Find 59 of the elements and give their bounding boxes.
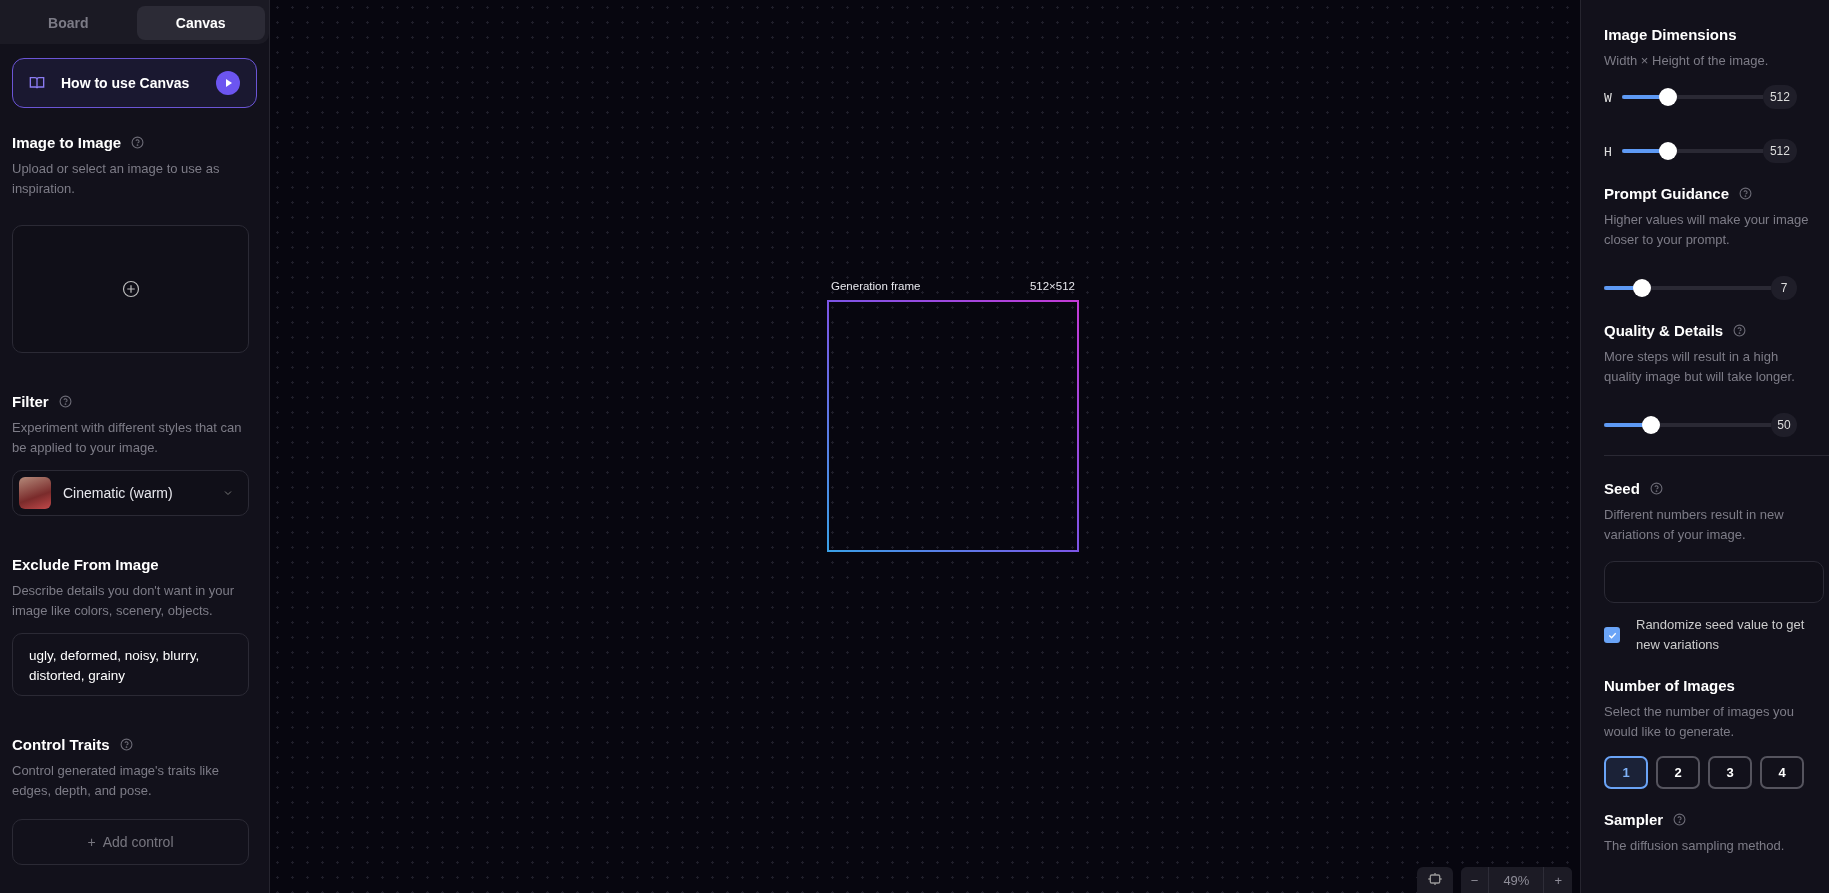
section-title: Image to Image xyxy=(12,134,122,151)
section-description: The diffusion sampling method. xyxy=(1604,837,1786,855)
section-description: Control generated image's traits like edges, depth, and pose. xyxy=(12,762,220,800)
section-description: Higher values will make your image closer to your prompt. xyxy=(1604,211,1810,249)
mode-tab[interactable]: Canvas xyxy=(136,6,265,40)
section-title: Seed xyxy=(1604,480,1640,497)
section-title: Image Dimensions xyxy=(1604,26,1737,43)
slider-thumb[interactable] xyxy=(1659,88,1678,106)
section-description: Width × Height of the image. xyxy=(1604,52,1770,70)
section-description: Experiment with different styles that can be applied to your image. xyxy=(12,419,243,457)
frame-label: Generation frame xyxy=(831,280,921,292)
slider-thumb[interactable] xyxy=(1633,279,1652,297)
help-icon[interactable] xyxy=(1649,482,1663,495)
section-title: Sampler xyxy=(1604,811,1664,828)
generation-frame[interactable] xyxy=(827,300,1079,552)
fit-screen-icon xyxy=(1426,871,1443,886)
count-option[interactable]: 2 xyxy=(1656,756,1700,789)
section-description: Describe details you don't want in your image like colors, scenery, objects. xyxy=(12,582,236,620)
section-title: Control Traits xyxy=(12,736,110,753)
filter-dropdown[interactable]: Cinematic (warm) xyxy=(12,470,249,516)
book-icon xyxy=(29,75,45,91)
value-field[interactable]: 512 xyxy=(1762,139,1797,163)
section-description: More steps will result in a high quality image but will take longer. xyxy=(1604,348,1796,386)
checkbox[interactable] xyxy=(1604,627,1620,643)
count-option[interactable]: 1 xyxy=(1604,756,1648,789)
slider-thumb[interactable] xyxy=(1641,416,1660,434)
section-title: Prompt Guidance xyxy=(1604,185,1730,202)
value-field[interactable]: 7 xyxy=(1771,276,1797,300)
value-field[interactable]: 512 xyxy=(1762,85,1797,109)
help-icon[interactable] xyxy=(1673,813,1687,826)
section-description: Upload or select an image to use as inspiration. xyxy=(12,160,221,198)
value-field[interactable]: 50 xyxy=(1771,413,1797,437)
fit-screen-button[interactable] xyxy=(1416,867,1453,893)
section-description: Select the number of images you would like to generate. xyxy=(1604,703,1796,741)
seed-field[interactable] xyxy=(1604,561,1824,603)
text-area[interactable]: ugly, deformed, noisy, blurry, distorted, grainy xyxy=(12,633,249,696)
slider-label: W xyxy=(1604,89,1613,105)
help-icon[interactable] xyxy=(1739,187,1753,200)
photo-placeholder xyxy=(19,477,51,509)
play-icon xyxy=(216,71,240,95)
slider-label: H xyxy=(1604,143,1613,159)
count-option[interactable]: 3 xyxy=(1708,756,1752,789)
frame-size: 512×512 xyxy=(1029,280,1075,292)
section-title: Number of Images xyxy=(1604,677,1735,694)
section-title: Quality & Details xyxy=(1604,322,1724,339)
section-title: Filter xyxy=(12,393,49,410)
section-title: Exclude From Image xyxy=(12,556,159,573)
help-icon[interactable] xyxy=(119,738,133,751)
checkbox-label: Randomize seed value to get new variations xyxy=(1636,616,1806,654)
add-icon xyxy=(121,280,140,298)
count-option[interactable]: 4 xyxy=(1760,756,1804,789)
tutorial-button[interactable]: How to use Canvas xyxy=(12,58,257,108)
help-icon[interactable] xyxy=(1733,324,1747,337)
help-icon[interactable] xyxy=(131,136,145,149)
add-control-button[interactable]: + Add control xyxy=(12,819,249,865)
help-icon[interactable] xyxy=(58,395,72,408)
mode-tab[interactable]: Board xyxy=(4,6,133,40)
slider-thumb[interactable] xyxy=(1659,142,1678,160)
section-description: Different numbers result in new variations of your image. xyxy=(1604,506,1785,544)
